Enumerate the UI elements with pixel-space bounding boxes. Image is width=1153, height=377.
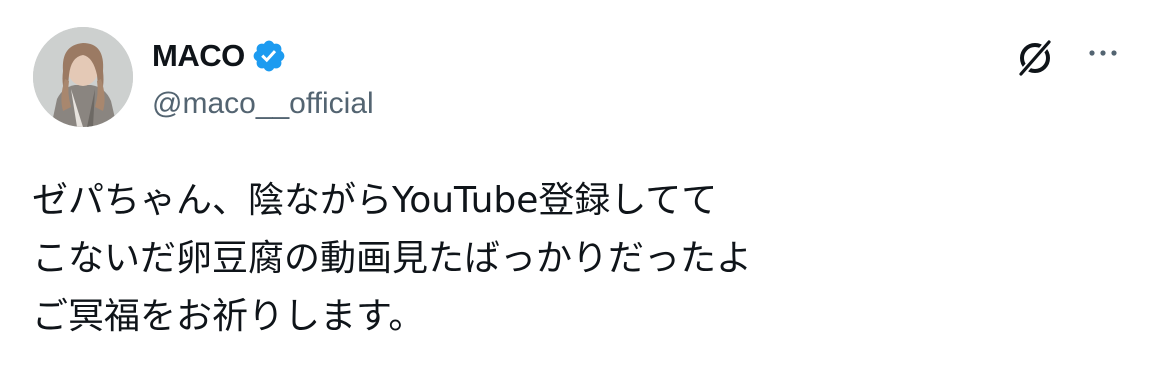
tweet-text: ゼパちゃん、陰ながらYouTube登録してて こないだ卵豆腐の動画見たばっかりだ… (32, 172, 1112, 346)
author-handle[interactable]: @maco__official (152, 86, 374, 122)
verified-badge-icon (251, 38, 287, 74)
tweet-card: MACO @maco__official ゼパちゃん、陰ながらYouTube登録… (0, 0, 1153, 377)
avatar[interactable] (33, 27, 133, 127)
tweet-text-line: こないだ卵豆腐の動画見たばっかりだったよ (32, 238, 753, 279)
author-name-row: MACO (152, 38, 287, 74)
grok-button[interactable] (1012, 35, 1058, 81)
avatar-image (33, 27, 133, 127)
more-options-icon (1089, 50, 1117, 56)
author-display-name[interactable]: MACO (152, 38, 245, 74)
more-options-button[interactable] (1082, 38, 1124, 68)
grok-icon (1019, 40, 1051, 76)
tweet-text-line: ゼパちゃん、陰ながらYouTube登録してて (32, 180, 718, 221)
tweet-text-line: ご冥福をお祈りします。 (32, 296, 425, 337)
